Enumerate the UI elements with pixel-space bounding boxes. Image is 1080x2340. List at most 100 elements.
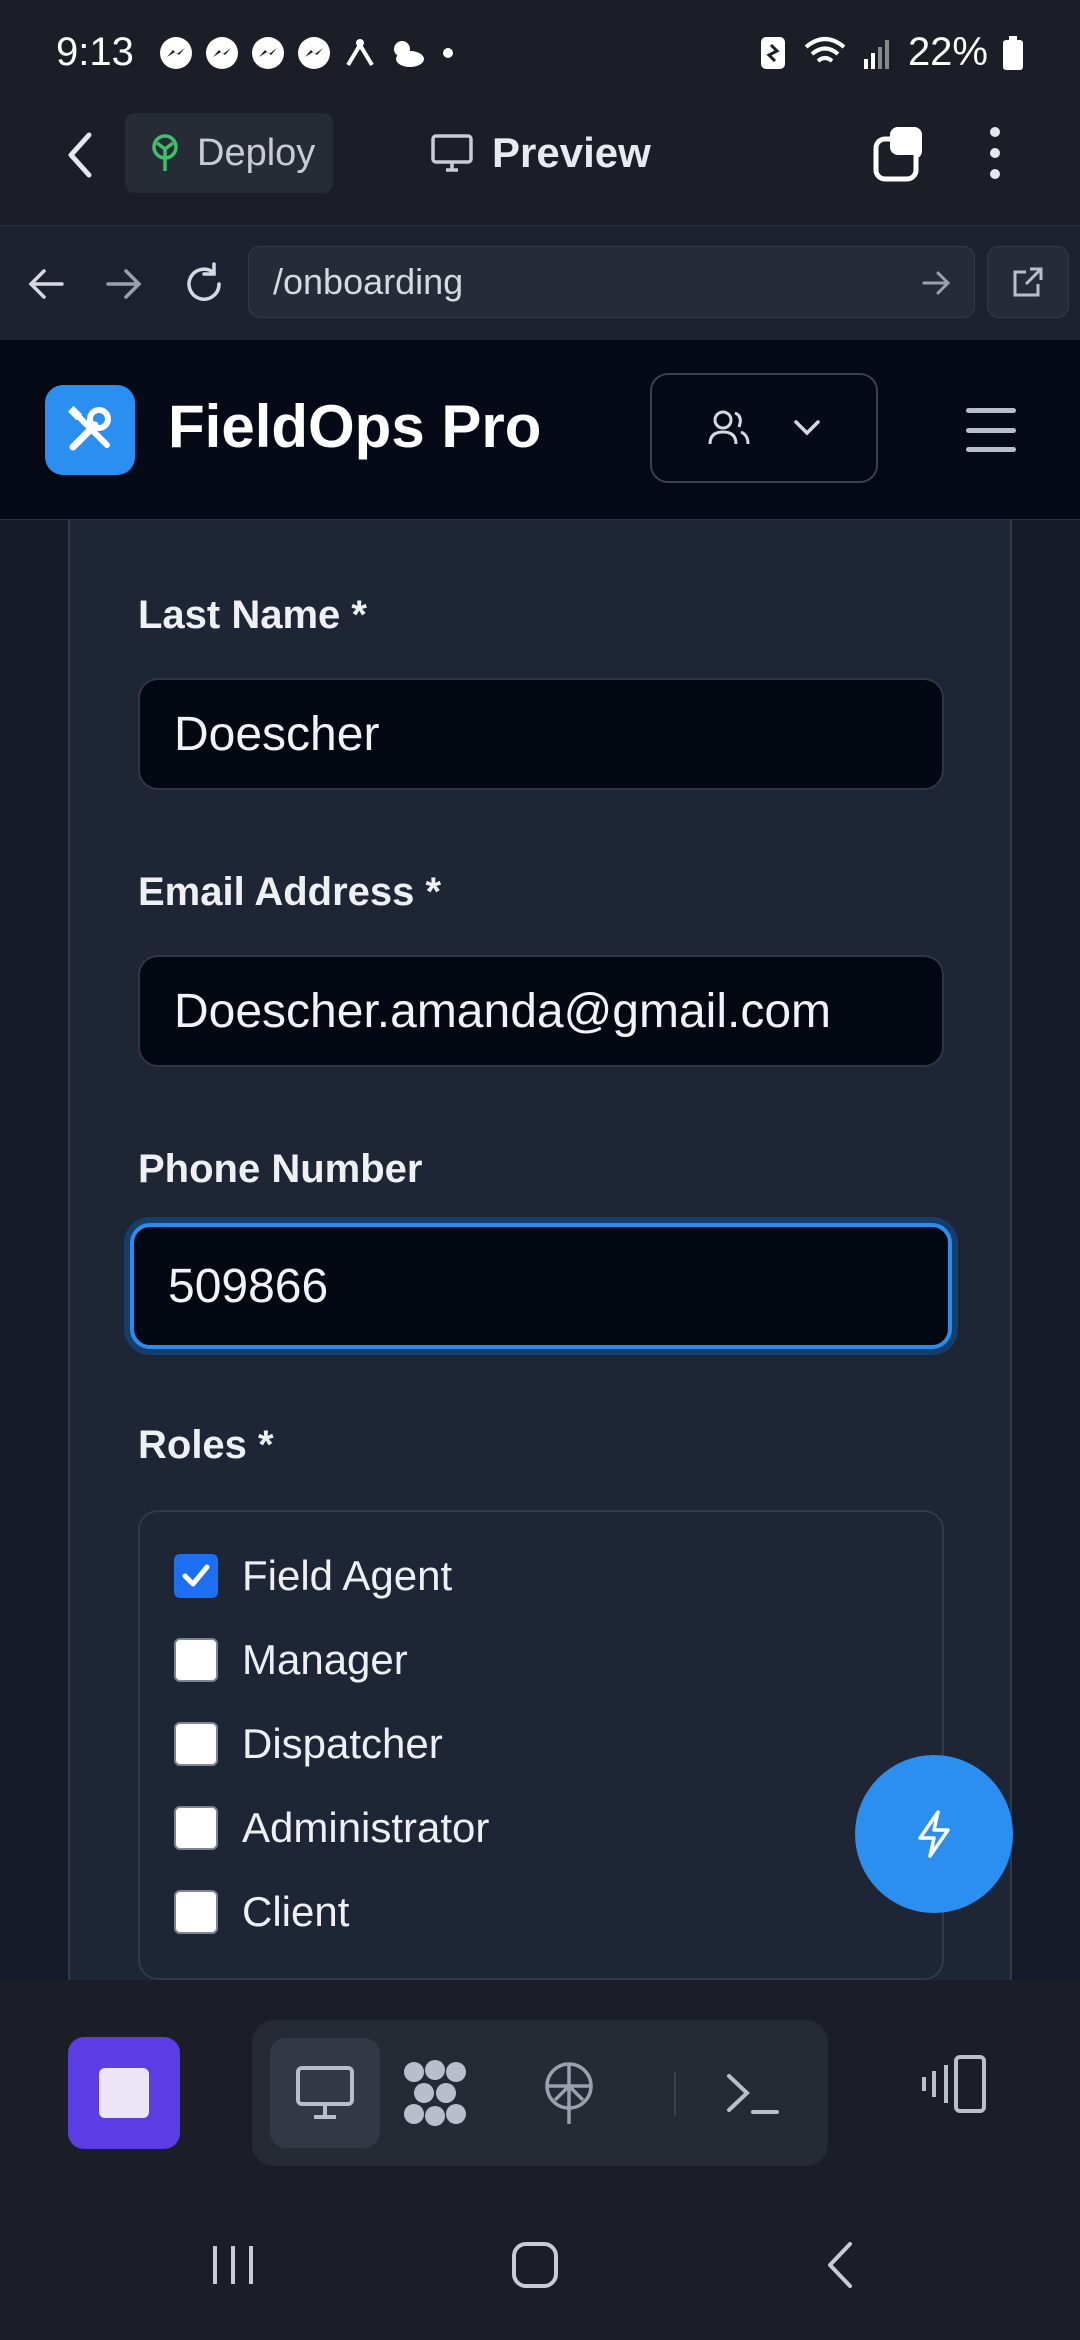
- role-label: Administrator: [242, 1804, 490, 1851]
- hamburger-menu-button[interactable]: [966, 408, 1016, 452]
- status-bar: 9:13 22%: [0, 0, 1080, 105]
- team-switcher[interactable]: [650, 373, 878, 483]
- chevron-left-icon: [68, 132, 92, 178]
- stop-button[interactable]: [68, 2037, 180, 2149]
- url-row: /onboarding: [0, 225, 1080, 340]
- arrow-right-icon: [106, 269, 142, 299]
- dot-icon: [442, 47, 453, 58]
- system-navigation: [0, 2190, 1080, 2340]
- site-header: FieldOps Pro: [0, 340, 1080, 520]
- role-label: Client: [242, 1888, 350, 1935]
- role-option-manager[interactable]: Manager: [174, 1636, 408, 1684]
- devices-icon: [922, 2055, 986, 2113]
- role-option-client[interactable]: Client: [174, 1888, 349, 1936]
- last-name-input[interactable]: Doescher: [138, 678, 944, 790]
- external-link-icon: [1013, 267, 1043, 297]
- home-icon: [512, 2242, 558, 2288]
- messenger-icon: [159, 36, 192, 69]
- signal-icon: [863, 39, 889, 69]
- bottom-toolbar: [0, 1980, 1080, 2196]
- role-label: Field Agent: [242, 1552, 453, 1599]
- antenna-icon: [545, 2062, 593, 2124]
- role-option-field-agent[interactable]: Field Agent: [174, 1552, 452, 1600]
- deploy-label: Deploy: [197, 131, 316, 174]
- home-button[interactable]: [495, 2230, 575, 2300]
- battery-icon: [1003, 35, 1023, 70]
- menu-line: [966, 408, 1016, 413]
- tool-network[interactable]: [514, 2038, 624, 2148]
- messenger-icon: [205, 36, 238, 69]
- chevron-down-icon: [794, 420, 820, 436]
- tool-group: [252, 2020, 828, 2166]
- role-option-dispatcher[interactable]: Dispatcher: [174, 1720, 443, 1768]
- url-field[interactable]: /onboarding: [248, 246, 975, 318]
- preview-label: Preview: [492, 129, 651, 176]
- lightning-icon: [918, 1810, 950, 1858]
- back-button[interactable]: [50, 125, 110, 185]
- phone-input[interactable]: 509866: [130, 1223, 952, 1349]
- tabs-icon: [873, 127, 922, 182]
- open-external-button[interactable]: [987, 246, 1069, 318]
- email-input[interactable]: Doescher.amanda@gmail.com: [138, 955, 944, 1067]
- dot-icon: [990, 127, 1000, 137]
- tabs-button[interactable]: [870, 123, 930, 183]
- system-back-button[interactable]: [800, 2230, 880, 2300]
- check-icon: [182, 1564, 210, 1587]
- menu-line: [966, 427, 1016, 433]
- messenger-icon: [297, 36, 330, 69]
- dot-icon: [990, 148, 1000, 158]
- wifi-icon: [804, 36, 846, 63]
- reload-button[interactable]: [176, 256, 232, 312]
- brand-name[interactable]: FieldOps Pro: [168, 392, 541, 461]
- weather-icon: [393, 40, 424, 67]
- role-label: Dispatcher: [242, 1720, 443, 1767]
- stop-icon: [99, 2068, 149, 2118]
- users-icon: [708, 410, 750, 445]
- checkbox[interactable]: [174, 1638, 218, 1682]
- reload-icon: [187, 262, 221, 301]
- app-bar: Deploy Preview: [0, 105, 1080, 225]
- checkbox[interactable]: [174, 1722, 218, 1766]
- email-label: Email Address *: [138, 870, 442, 914]
- onboarding-form: Last Name * Doescher Email Address * Doe…: [68, 520, 1012, 1980]
- arrow-left-icon: [28, 269, 64, 299]
- monitor-icon: [296, 2066, 354, 2119]
- brand-logo[interactable]: [45, 385, 135, 475]
- chevron-left-icon: [828, 2242, 852, 2288]
- last-name-label: Last Name *: [138, 593, 367, 637]
- battery-saver-icon: [760, 36, 785, 69]
- tool-apps[interactable]: [380, 2038, 490, 2148]
- app-icon: [346, 38, 374, 66]
- checkbox[interactable]: [174, 1890, 218, 1934]
- dot-icon: [990, 169, 1000, 179]
- messenger-icon: [251, 36, 284, 69]
- apps-icon: [404, 2060, 466, 2126]
- divider: [674, 2072, 676, 2116]
- tools-icon: [67, 405, 111, 451]
- role-option-administrator[interactable]: Administrator: [174, 1804, 489, 1852]
- roles-label: Roles *: [138, 1423, 274, 1467]
- quick-action-button[interactable]: [855, 1755, 1013, 1913]
- monitor-icon: [431, 134, 473, 172]
- deploy-button[interactable]: Deploy: [125, 113, 333, 193]
- go-arrow-icon[interactable]: [916, 263, 956, 303]
- status-time: 9:13: [56, 30, 134, 74]
- terminal-icon: [727, 2074, 779, 2114]
- device-toggle-button[interactable]: [920, 2048, 992, 2120]
- browser-forward-button[interactable]: [96, 256, 152, 312]
- phone-label: Phone Number: [138, 1147, 423, 1191]
- checkbox[interactable]: [174, 1554, 218, 1598]
- browser-back-button[interactable]: [18, 256, 74, 312]
- menu-line: [966, 447, 1016, 452]
- more-options-button[interactable]: [975, 123, 1015, 183]
- tool-preview[interactable]: [270, 2038, 380, 2148]
- url-text: /onboarding: [273, 261, 464, 302]
- tool-terminal[interactable]: [698, 2038, 808, 2148]
- preview-button[interactable]: Preview: [430, 113, 651, 193]
- screen: 9:13 22% Deploy Preview /onboarding Fiel…: [0, 0, 1080, 2340]
- checkbox[interactable]: [174, 1806, 218, 1850]
- recent-apps-button[interactable]: [193, 2230, 273, 2300]
- battery-percentage: 22%: [907, 30, 988, 74]
- recent-apps-icon: [213, 2246, 253, 2284]
- role-label: Manager: [242, 1636, 408, 1683]
